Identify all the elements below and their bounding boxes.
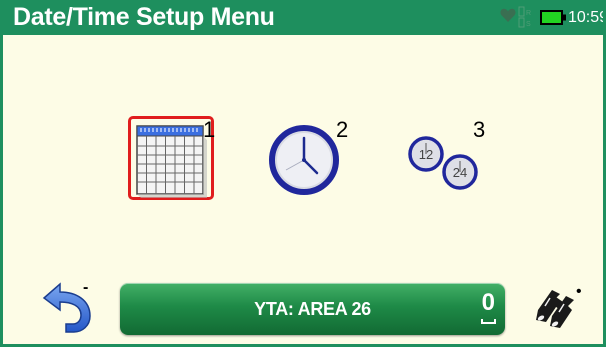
screen-frame bbox=[0, 0, 606, 347]
